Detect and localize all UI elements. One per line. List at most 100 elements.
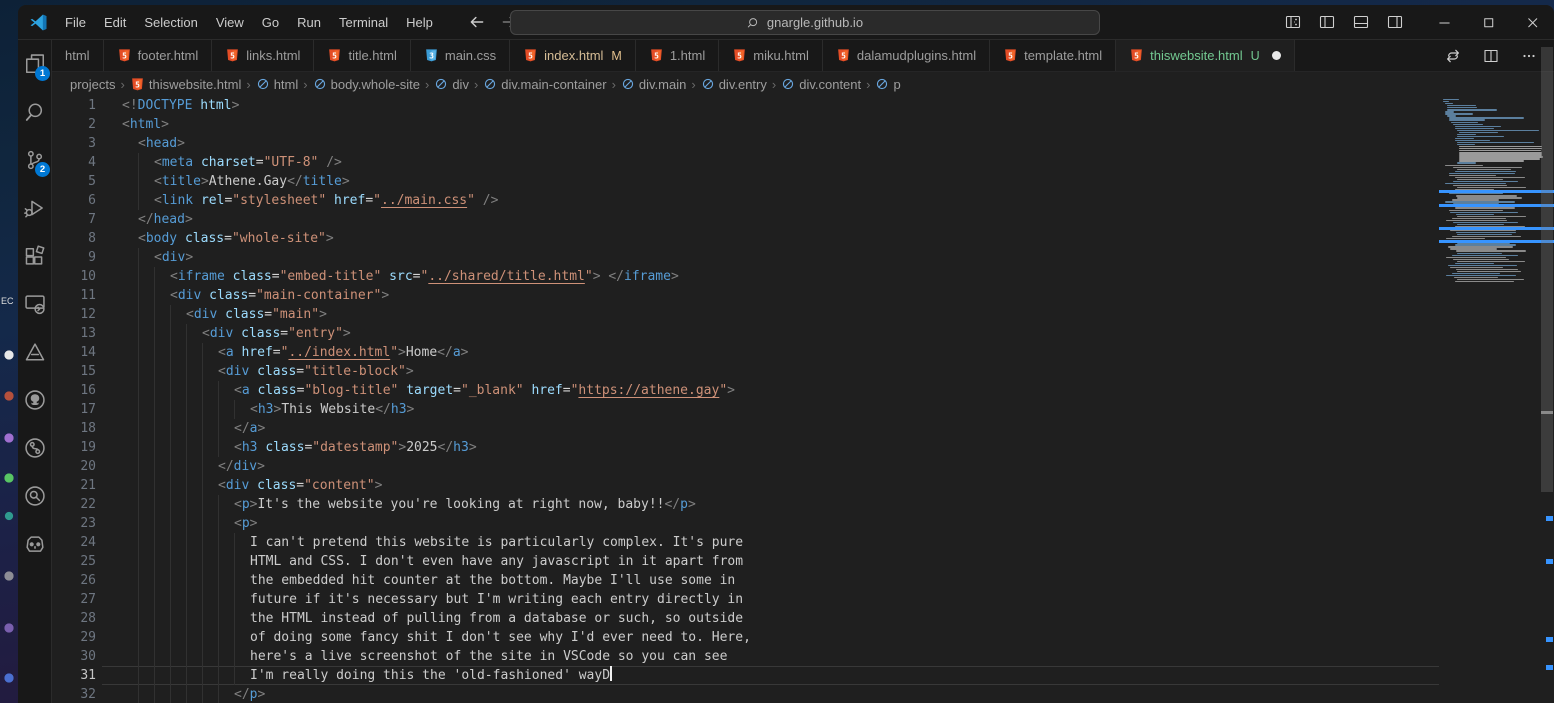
code-line-7[interactable]: 7</head>	[52, 210, 1439, 229]
code-line-21[interactable]: 21<div class="content">	[52, 476, 1439, 495]
breadcrumb-item-div-entry[interactable]: div.entry	[701, 77, 767, 92]
unsaved-dot-icon[interactable]	[1272, 51, 1281, 60]
code-line-14[interactable]: 14<a href="../index.html">Home</a>	[52, 343, 1439, 362]
breadcrumb-item-thiswebsite-html[interactable]: 5thiswebsite.html	[130, 77, 241, 92]
tab-template.html[interactable]: 5template.html	[990, 40, 1116, 71]
code-line-6[interactable]: 6<link rel="stylesheet" href="../main.cs…	[52, 191, 1439, 210]
activity-item-extensions[interactable]	[18, 232, 51, 280]
toggle-secondary-sidebar-button[interactable]	[1382, 9, 1408, 35]
token: future if it's necessary but I'm writing…	[250, 592, 743, 607]
remote-explorer-icon	[24, 293, 46, 315]
menu-selection[interactable]: Selection	[135, 5, 206, 39]
token: h3	[258, 402, 274, 417]
toggle-primary-sidebar-button[interactable]	[1314, 9, 1340, 35]
activity-item-search[interactable]	[18, 88, 51, 136]
menu-go[interactable]: Go	[253, 5, 288, 39]
activity-item-commit-search[interactable]	[18, 472, 51, 520]
code-line-25[interactable]: 25HTML and CSS. I don't even have any ja…	[52, 552, 1439, 571]
tab-html[interactable]: html	[52, 40, 104, 71]
code-line-31[interactable]: 31I'm really doing this the 'old-fashion…	[52, 666, 1439, 685]
code-line-24[interactable]: 24I can't pretend this website is partic…	[52, 533, 1439, 552]
breadcrumb-item-projects[interactable]: projects	[70, 77, 116, 92]
code-line-13[interactable]: 13<div class="entry">	[52, 324, 1439, 343]
code-line-3[interactable]: 3<head>	[52, 134, 1439, 153]
breadcrumb-item-body-whole-site[interactable]: body.whole-site	[313, 77, 420, 92]
token: >	[381, 288, 389, 303]
code-line-29[interactable]: 29of doing some fancy shit I don't see w…	[52, 628, 1439, 647]
token: head	[154, 212, 185, 227]
code-line-4[interactable]: 4<meta charset="UTF-8" />	[52, 153, 1439, 172]
code-line-10[interactable]: 10<iframe class="embed-title" src="../sh…	[52, 267, 1439, 286]
minimize-button[interactable]	[1422, 5, 1466, 39]
code-line-20[interactable]: 20</div>	[52, 457, 1439, 476]
vertical-scrollbar[interactable]	[1540, 40, 1554, 703]
code-line-2[interactable]: 2<html>	[52, 115, 1439, 134]
close-button[interactable]	[1510, 5, 1554, 39]
svg-text:5: 5	[1134, 51, 1139, 60]
code-line-22[interactable]: 22<p>It's the website you're looking at …	[52, 495, 1439, 514]
activity-item-git-graph[interactable]	[18, 424, 51, 472]
breadcrumb-item-html[interactable]: html	[256, 77, 299, 92]
code-line-23[interactable]: 23<p>	[52, 514, 1439, 533]
search-icon	[747, 16, 761, 30]
breadcrumb-item-p[interactable]: p	[875, 77, 900, 92]
menu-view[interactable]: View	[207, 5, 253, 39]
indent-guide	[170, 552, 171, 571]
activity-item-run-and-debug[interactable]	[18, 184, 51, 232]
code-content: <div class="entry">	[122, 324, 1439, 343]
code-line-11[interactable]: 11<div class="main-container">	[52, 286, 1439, 305]
code-line-1[interactable]: 1<!DOCTYPE html>	[52, 96, 1439, 115]
tab-miku.html[interactable]: 5miku.html	[719, 40, 823, 71]
more-actions-button[interactable]	[1516, 43, 1542, 69]
code-line-30[interactable]: 30here's a live screenshot of the site i…	[52, 647, 1439, 666]
tab-1.html[interactable]: 51.html	[636, 40, 719, 71]
go-back-button[interactable]	[468, 13, 486, 31]
code-line-16[interactable]: 16<a class="blog-title" target="_blank" …	[52, 381, 1439, 400]
indent-guide	[170, 571, 171, 590]
code-line-18[interactable]: 18</a>	[52, 419, 1439, 438]
tab-footer.html[interactable]: 5footer.html	[104, 40, 213, 71]
tab-title.html[interactable]: 5title.html	[314, 40, 410, 71]
tab-thiswebsite.html[interactable]: 5thiswebsite.htmlU	[1116, 40, 1295, 71]
menu-terminal[interactable]: Terminal	[330, 5, 397, 39]
breadcrumb-item-div-content[interactable]: div.content	[781, 77, 861, 92]
menu-run[interactable]: Run	[288, 5, 330, 39]
toggle-panel-button[interactable]	[1348, 9, 1374, 35]
code-line-8[interactable]: 8<body class="whole-site">	[52, 229, 1439, 248]
split-editor-button[interactable]	[1478, 43, 1504, 69]
activity-item-remote-explorer[interactable]	[18, 280, 51, 328]
scrollbar-slider[interactable]	[1541, 47, 1553, 492]
activity-item-source-control[interactable]: 2	[18, 136, 51, 184]
breadcrumb-item-div-main-container[interactable]: div.main-container	[483, 77, 606, 92]
maximize-button[interactable]	[1466, 5, 1510, 39]
tab-dalamudplugins.html[interactable]: 5dalamudplugins.html	[823, 40, 990, 71]
code-editor[interactable]: 1<!DOCTYPE html>2<html>3<head>4<meta cha…	[52, 96, 1439, 703]
code-line-19[interactable]: 19<h3 class="datestamp">2025</h3>	[52, 438, 1439, 457]
breadcrumb-item-div-main[interactable]: div.main	[621, 77, 686, 92]
tab-main.css[interactable]: 3main.css	[411, 40, 510, 71]
menu-file[interactable]: File	[56, 5, 95, 39]
code-line-15[interactable]: 15<div class="title-block">	[52, 362, 1439, 381]
code-line-32[interactable]: 32</p>	[52, 685, 1439, 703]
command-center-search[interactable]: gnargle.github.io	[510, 10, 1100, 35]
code-line-27[interactable]: 27future if it's necessary but I'm writi…	[52, 590, 1439, 609]
code-line-5[interactable]: 5<title>Athene.Gay</title>	[52, 172, 1439, 191]
code-line-12[interactable]: 12<div class="main">	[52, 305, 1439, 324]
tab-index.html[interactable]: 5index.htmlM	[510, 40, 636, 71]
breadcrumb-item-div[interactable]: div	[434, 77, 469, 92]
activity-item-explorer[interactable]: 1	[18, 40, 51, 88]
activity-item-godot[interactable]	[18, 520, 51, 568]
code-line-28[interactable]: 28the HTML instead of pulling from a dat…	[52, 609, 1439, 628]
menu-edit[interactable]: Edit	[95, 5, 135, 39]
minimap[interactable]	[1439, 96, 1554, 703]
token: a	[242, 383, 250, 398]
menu-help[interactable]: Help	[397, 5, 442, 39]
activity-item-github[interactable]	[18, 376, 51, 424]
open-changes-button[interactable]	[1440, 43, 1466, 69]
code-line-9[interactable]: 9<div>	[52, 248, 1439, 267]
customize-layout-button[interactable]	[1280, 9, 1306, 35]
code-line-26[interactable]: 26the embedded hit counter at the bottom…	[52, 571, 1439, 590]
tab-links.html[interactable]: 5links.html	[212, 40, 314, 71]
activity-item-triangle-a-extension[interactable]	[18, 328, 51, 376]
code-line-17[interactable]: 17<h3>This Website</h3>	[52, 400, 1439, 419]
